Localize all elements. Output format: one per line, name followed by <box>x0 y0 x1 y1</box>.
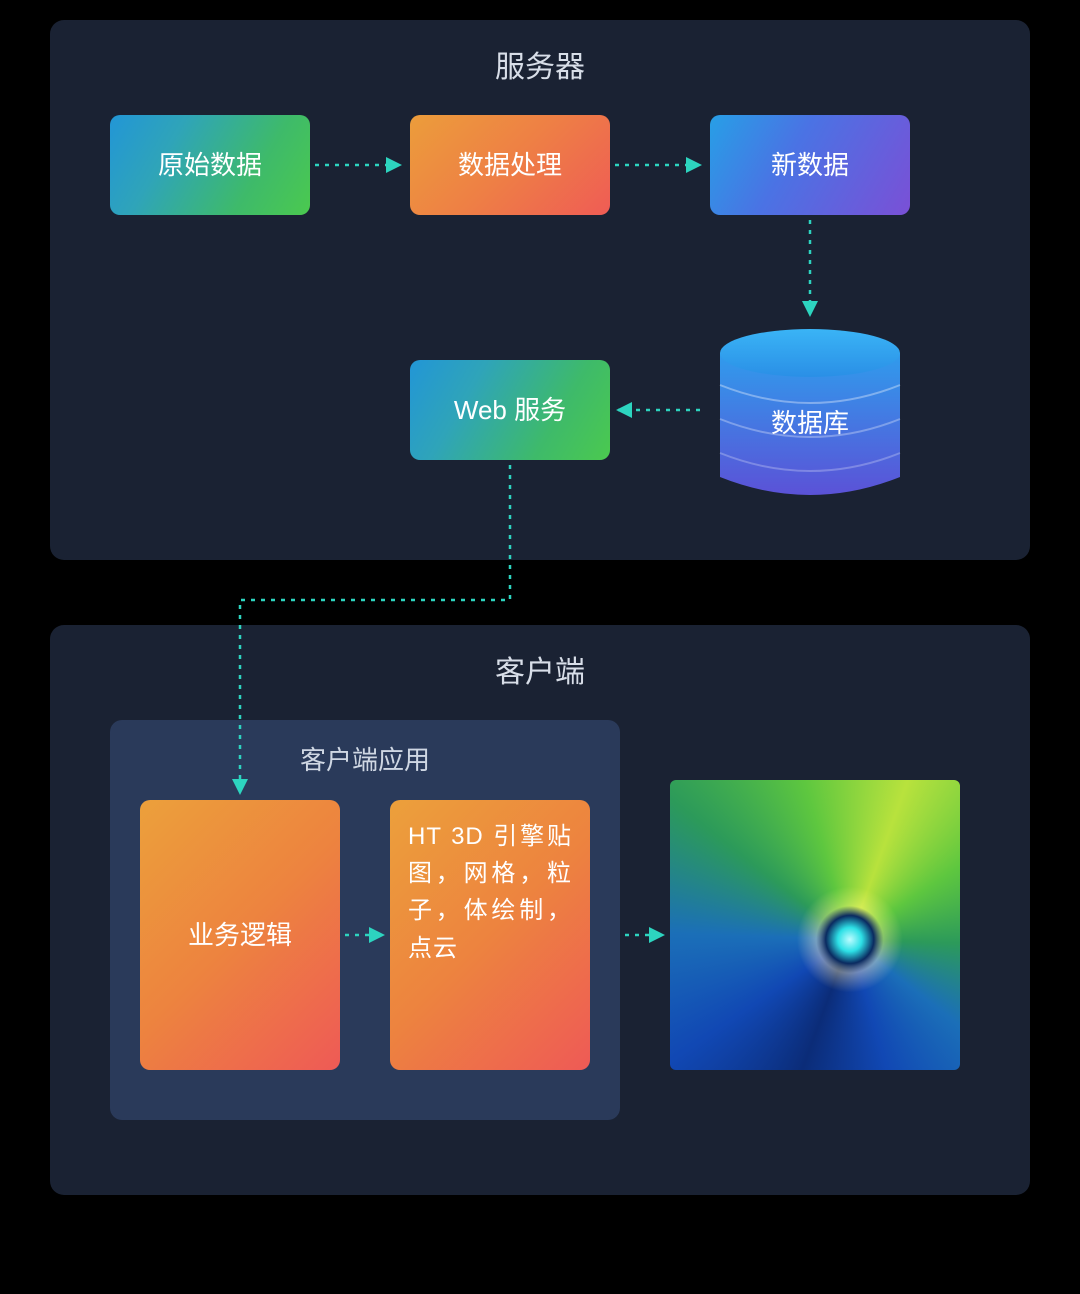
server-panel: 服务器 原始数据 数据处理 新数据 <box>50 20 1030 560</box>
node-raw-data-label: 原始数据 <box>158 145 262 185</box>
node-new-data-label: 新数据 <box>771 145 849 185</box>
node-web-service: Web 服务 <box>410 360 610 460</box>
node-database-label: 数据库 <box>771 403 849 440</box>
client-app-panel: 客户端应用 业务逻辑 HT 3D 引擎贴图，网格，粒子，体绘制，点云 <box>110 720 620 1120</box>
server-title: 服务器 <box>495 42 585 86</box>
node-new-data: 新数据 <box>710 115 910 215</box>
node-business-logic: 业务逻辑 <box>140 800 340 1070</box>
node-processing-label: 数据处理 <box>458 145 562 185</box>
client-title: 客户端 <box>495 647 585 691</box>
node-web-service-label: Web 服务 <box>454 390 566 430</box>
node-ht-engine-label: HT 3D 引擎贴图，网格，粒子，体绘制，点云 <box>408 818 572 967</box>
node-processing: 数据处理 <box>410 115 610 215</box>
client-panel: 客户端 客户端应用 业务逻辑 HT 3D 引擎贴图，网格，粒子，体绘制，点云 <box>50 625 1030 1195</box>
node-ht-engine: HT 3D 引擎贴图，网格，粒子，体绘制，点云 <box>390 800 590 1070</box>
visualization-output <box>670 780 960 1070</box>
node-database: 数据库 <box>710 325 910 505</box>
node-business-logic-label: 业务逻辑 <box>188 915 292 955</box>
client-app-title: 客户端应用 <box>300 740 430 777</box>
node-raw-data: 原始数据 <box>110 115 310 215</box>
